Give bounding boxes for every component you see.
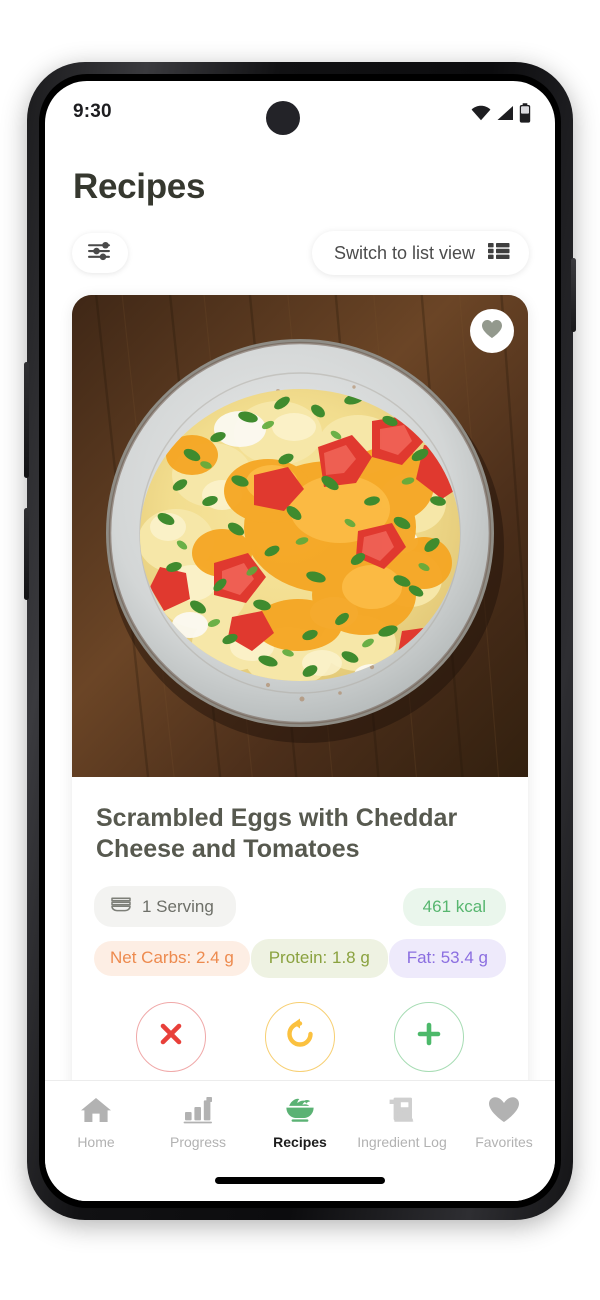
serving-label: 1 Serving — [142, 896, 214, 916]
nav-label-ingredient-log: Ingredient Log — [357, 1134, 447, 1150]
nav-item-recipes[interactable]: Recipes — [252, 1095, 348, 1150]
nav-label-progress: Progress — [169, 1134, 227, 1150]
nav-item-progress[interactable]: Progress — [150, 1095, 246, 1150]
undo-recipe-button[interactable] — [264, 1001, 335, 1072]
bar-chart-icon — [181, 1095, 215, 1130]
heart-icon — [481, 319, 503, 344]
nav-item-favorites[interactable]: Favorites — [456, 1095, 552, 1150]
favorite-button[interactable] — [470, 309, 514, 353]
close-x-icon — [156, 1019, 186, 1054]
list-view-icon — [487, 241, 511, 266]
add-recipe-button[interactable] — [394, 1001, 465, 1072]
nav-item-home[interactable]: Home — [48, 1095, 144, 1150]
home-indicator[interactable] — [215, 1177, 385, 1184]
macros-row: Net Carbs: 2.4 g Protein: 1.8 g Fat: 53.… — [94, 939, 506, 978]
wifi-icon — [471, 105, 491, 126]
battery-icon — [519, 103, 531, 128]
recipe-card[interactable]: Scrambled Eggs with Cheddar Cheese and T… — [72, 295, 528, 1113]
nav-label-favorites: Favorites — [475, 1134, 533, 1150]
salad-bowl-icon — [283, 1095, 317, 1130]
volume-up-button[interactable] — [24, 362, 29, 478]
filter-sliders-icon — [87, 240, 113, 267]
volume-down-button[interactable] — [24, 508, 29, 600]
recipe-actions — [106, 1001, 494, 1072]
switch-to-list-view-label: Switch to list view — [333, 242, 475, 263]
camera-punch-hole — [266, 101, 300, 135]
recipe-title: Scrambled Eggs with Cheddar Cheese and T… — [96, 804, 458, 863]
calories-chip: 461 kcal — [402, 887, 506, 926]
phone-screen: 9:30 Recipes Switch to list view Scrambl… — [45, 81, 555, 1201]
net-carbs-chip: Net Carbs: 2.4 g — [94, 941, 250, 976]
page-title: Recipes — [73, 167, 206, 206]
receipt-basket-icon — [385, 1095, 419, 1130]
phone-frame: 9:30 Recipes Switch to list view Scrambl… — [24, 62, 576, 1220]
bottom-navigation: Home Progress Recipes Ingredient Log Fav… — [45, 1080, 555, 1201]
status-bar-icons — [471, 103, 531, 128]
status-bar: 9:30 — [45, 81, 555, 153]
serving-chip: 1 Serving — [94, 886, 236, 928]
home-icon — [79, 1095, 113, 1130]
undo-arrow-icon — [282, 1016, 318, 1057]
protein-chip: Protein: 1.8 g — [250, 939, 388, 978]
power-button[interactable] — [571, 258, 576, 332]
toolbar: Switch to list view — [45, 231, 555, 279]
nav-label-home: Home — [77, 1134, 115, 1150]
status-bar-time: 9:30 — [73, 101, 112, 122]
nav-item-ingredient-log[interactable]: Ingredient Log — [354, 1095, 450, 1150]
cellular-signal-icon — [496, 105, 514, 126]
plus-icon — [414, 1019, 444, 1054]
switch-to-list-view-button[interactable]: Switch to list view — [311, 231, 529, 275]
filter-button[interactable] — [72, 233, 128, 273]
nav-label-recipes: Recipes — [273, 1134, 327, 1150]
recipe-meta-row: 1 Serving 461 kcal — [94, 886, 506, 928]
reject-recipe-button[interactable] — [135, 1001, 206, 1072]
fat-chip: Fat: 53.4 g — [388, 939, 506, 978]
bottom-nav-items: Home Progress Recipes Ingredient Log Fav… — [45, 1081, 555, 1150]
bowl-stack-icon — [110, 894, 132, 919]
heart-icon — [487, 1095, 521, 1130]
recipe-photo — [72, 295, 528, 777]
